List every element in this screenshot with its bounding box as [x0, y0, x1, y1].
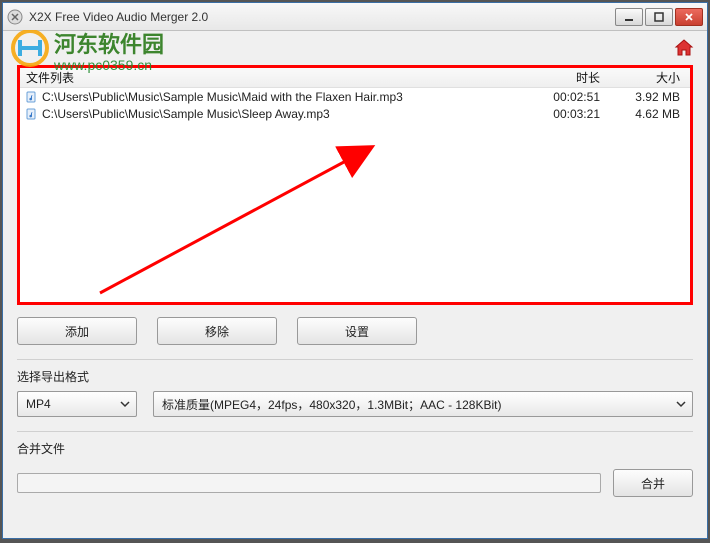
annotation-arrow [90, 138, 390, 298]
home-icon[interactable] [673, 37, 695, 59]
chevron-down-icon [120, 399, 130, 409]
window-title: X2X Free Video Audio Merger 2.0 [29, 10, 615, 24]
add-button[interactable]: 添加 [17, 317, 137, 345]
file-duration: 00:03:21 [520, 107, 610, 121]
file-path: C:\Users\Public\Music\Sample Music\Maid … [42, 90, 520, 104]
col-header-size: 大小 [610, 69, 690, 86]
music-icon [24, 107, 38, 121]
close-button[interactable] [675, 8, 703, 26]
container-select[interactable]: MP4 [17, 391, 137, 417]
remove-button[interactable]: 移除 [157, 317, 277, 345]
minimize-button[interactable] [615, 8, 643, 26]
chevron-down-icon [676, 399, 686, 409]
merge-button[interactable]: 合并 [613, 469, 693, 497]
app-icon [7, 9, 23, 25]
file-size: 4.62 MB [610, 107, 690, 121]
quality-select[interactable]: 标准质量(MPEG4，24fps，480x320，1.3MBit；AAC - 1… [153, 391, 693, 417]
table-row[interactable]: C:\Users\Public\Music\Sample Music\Maid … [20, 88, 690, 105]
file-duration: 00:02:51 [520, 90, 610, 104]
file-list: 文件列表 时长 大小 C:\Users\Public\Music\Sample … [17, 65, 693, 305]
file-path: C:\Users\Public\Music\Sample Music\Sleep… [42, 107, 520, 121]
music-icon [24, 90, 38, 104]
merge-label: 合并文件 [17, 440, 693, 457]
format-label: 选择导出格式 [17, 368, 693, 385]
settings-button[interactable]: 设置 [297, 317, 417, 345]
table-row[interactable]: C:\Users\Public\Music\Sample Music\Sleep… [20, 105, 690, 122]
col-header-duration: 时长 [520, 69, 610, 86]
col-header-file: 文件列表 [20, 69, 520, 86]
file-size: 3.92 MB [610, 90, 690, 104]
progress-bar [17, 473, 601, 493]
titlebar: X2X Free Video Audio Merger 2.0 [3, 3, 707, 31]
maximize-button[interactable] [645, 8, 673, 26]
